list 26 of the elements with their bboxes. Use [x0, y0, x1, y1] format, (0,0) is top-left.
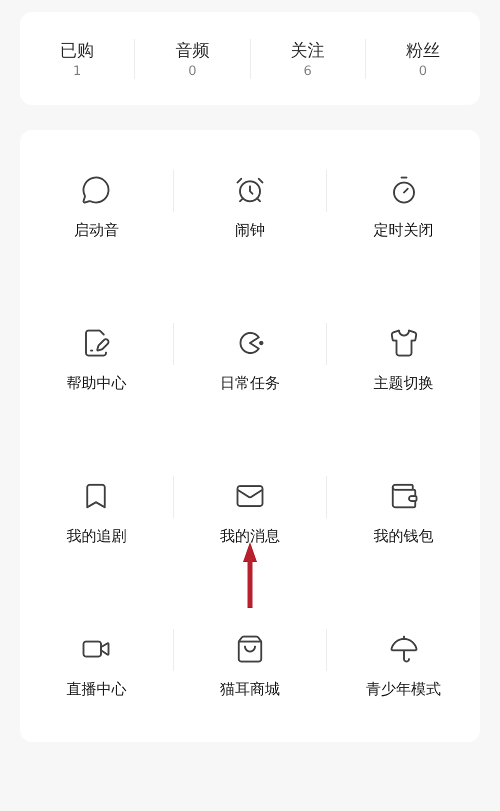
menu-label[interactable]: 主题切换 — [374, 372, 434, 394]
stat-value: 0 — [188, 64, 197, 78]
menu-label[interactable]: 我的消息 — [220, 525, 280, 547]
speech-bubble-icon[interactable] — [81, 175, 112, 205]
menu-label[interactable]: 帮助中心 — [66, 372, 126, 394]
menu-label[interactable]: 猫耳商城 — [220, 678, 280, 700]
menu-label[interactable]: 直播中心 — [66, 678, 126, 700]
menu-label[interactable]: 启动音 — [74, 219, 119, 241]
stat-label[interactable]: 已购 — [60, 38, 94, 62]
stat-value: 0 — [418, 64, 428, 78]
menu-label[interactable]: 我的钱包 — [374, 525, 434, 547]
stat-value: 6 — [303, 64, 312, 78]
arrow-annotation — [243, 542, 257, 608]
handbag-icon[interactable] — [235, 634, 265, 664]
alarm-clock-icon[interactable] — [235, 175, 265, 205]
menu-label[interactable]: 闹钟 — [235, 219, 265, 241]
menu-label[interactable]: 日常任务 — [220, 372, 280, 394]
stat-value: 1 — [72, 64, 82, 78]
umbrella-icon[interactable] — [388, 634, 419, 664]
menu-label[interactable]: 定时关闭 — [374, 219, 434, 241]
stat-label[interactable]: 关注 — [290, 38, 325, 62]
menu-label[interactable]: 青少年模式 — [366, 678, 442, 700]
stat-label[interactable]: 音频 — [175, 38, 210, 62]
t-shirt-icon[interactable] — [388, 328, 419, 358]
menu-label[interactable]: 我的追剧 — [66, 525, 126, 547]
stat-label[interactable]: 粉丝 — [406, 38, 440, 62]
